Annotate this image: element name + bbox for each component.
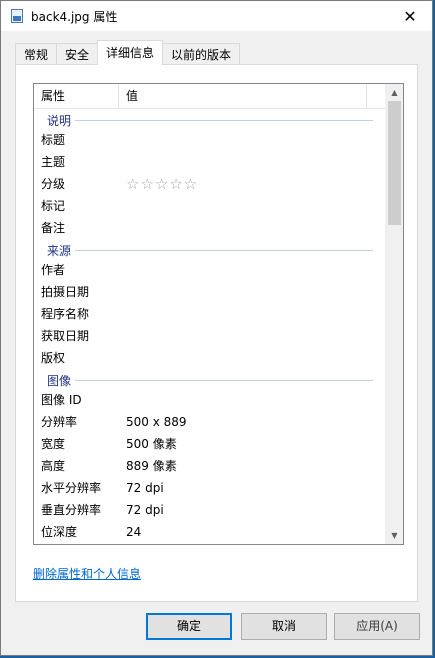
property-value: 72 dpi [126,481,164,495]
property-row[interactable]: 垂直分辨率 72 dpi [34,499,385,521]
group-divider [74,380,373,381]
property-name: 垂直分辨率 [41,503,102,517]
tab-strip: 常规 安全 详细信息 以前的版本 [15,40,241,65]
property-row[interactable]: 版权 [34,347,385,369]
property-name: 版权 [41,351,66,365]
property-row[interactable]: 分级 ☆☆☆☆☆ [34,173,385,195]
property-row[interactable]: 标题 [34,129,385,151]
property-row[interactable]: 主题 [34,151,385,173]
property-name: 获取日期 [41,329,90,343]
property-row[interactable]: 分辨率 500 x 889 [34,411,385,433]
group-label: 来源 [47,242,76,259]
property-name: 分级 [41,177,66,191]
property-row[interactable]: 标记 [34,195,385,217]
tab-security[interactable]: 安全 [56,43,99,65]
property-value: 889 像素 [126,459,177,473]
property-name: 作者 [41,263,66,277]
property-rows: 说明 标题 主题 分级 ☆☆☆☆☆ 标记 备注 来源 作者 拍摄日期 程序名称 … [34,109,385,543]
property-value: 72 dpi [126,503,164,517]
cancel-button[interactable]: 取消 [241,613,327,640]
property-list[interactable]: 属性 值 说明 标题 主题 分级 ☆☆☆☆☆ 标记 备注 来源 作者 拍摄日期 … [33,83,404,545]
property-name: 主题 [41,155,66,169]
property-name: 高度 [41,459,66,473]
close-button[interactable]: ✕ [388,1,432,31]
group-header-image: 图像 [34,369,385,389]
properties-dialog: back4.jpg 属性 ✕ 常规 安全 详细信息 以前的版本 属性 值 说明 … [0,0,433,656]
property-name: 位深度 [41,525,78,539]
tab-general[interactable]: 常规 [15,43,58,65]
ok-button[interactable]: 确定 [146,613,232,640]
property-row[interactable]: 备注 [34,217,385,239]
property-row[interactable]: 图像 ID [34,389,385,411]
scroll-up-arrow-icon[interactable]: ▲ [386,84,403,101]
property-row[interactable]: 拍摄日期 [34,281,385,303]
group-header-origin: 来源 [34,239,385,259]
property-name: 图像 ID [41,393,82,407]
property-name: 程序名称 [41,307,90,321]
group-divider [74,120,373,121]
scroll-down-arrow-icon[interactable]: ▼ [386,527,403,544]
property-row[interactable]: 程序名称 [34,303,385,325]
scroll-thumb[interactable] [388,101,401,225]
property-name: 宽度 [41,437,66,451]
property-value: 500 x 889 [126,415,187,429]
rating-stars[interactable]: ☆☆☆☆☆ [126,173,198,195]
property-name: 拍摄日期 [41,285,90,299]
apply-button[interactable]: 应用(A) [334,613,420,640]
remove-properties-link[interactable]: 删除属性和个人信息 [33,565,141,582]
property-name: 标记 [41,199,66,213]
property-name: 分辨率 [41,415,78,429]
image-file-icon [11,9,23,23]
list-header: 属性 值 [34,84,385,109]
property-name: 水平分辨率 [41,481,102,495]
group-label: 说明 [47,112,76,129]
property-name: 标题 [41,133,66,147]
property-value: 24 [126,525,142,539]
property-value: 500 像素 [126,437,177,451]
tab-previous-versions[interactable]: 以前的版本 [162,43,241,65]
property-row[interactable]: 高度 889 像素 [34,455,385,477]
property-row[interactable]: 获取日期 [34,325,385,347]
tab-details[interactable]: 详细信息 [97,40,164,65]
property-row[interactable]: 作者 [34,259,385,281]
title-bar: back4.jpg 属性 ✕ [1,1,432,31]
property-row[interactable]: 宽度 500 像素 [34,433,385,455]
group-label: 图像 [47,372,76,389]
group-header-description: 说明 [34,109,385,129]
window-title: back4.jpg 属性 [31,10,118,24]
details-panel: 属性 值 说明 标题 主题 分级 ☆☆☆☆☆ 标记 备注 来源 作者 拍摄日期 … [15,64,418,602]
group-divider [74,250,373,251]
property-row[interactable]: 水平分辨率 72 dpi [34,477,385,499]
property-row[interactable]: 位深度 24 [34,521,385,543]
vertical-scrollbar[interactable]: ▲ ▼ [385,84,403,544]
column-header-property[interactable]: 属性 [34,84,119,108]
property-name: 备注 [41,221,66,235]
column-header-value[interactable]: 值 [119,84,367,108]
